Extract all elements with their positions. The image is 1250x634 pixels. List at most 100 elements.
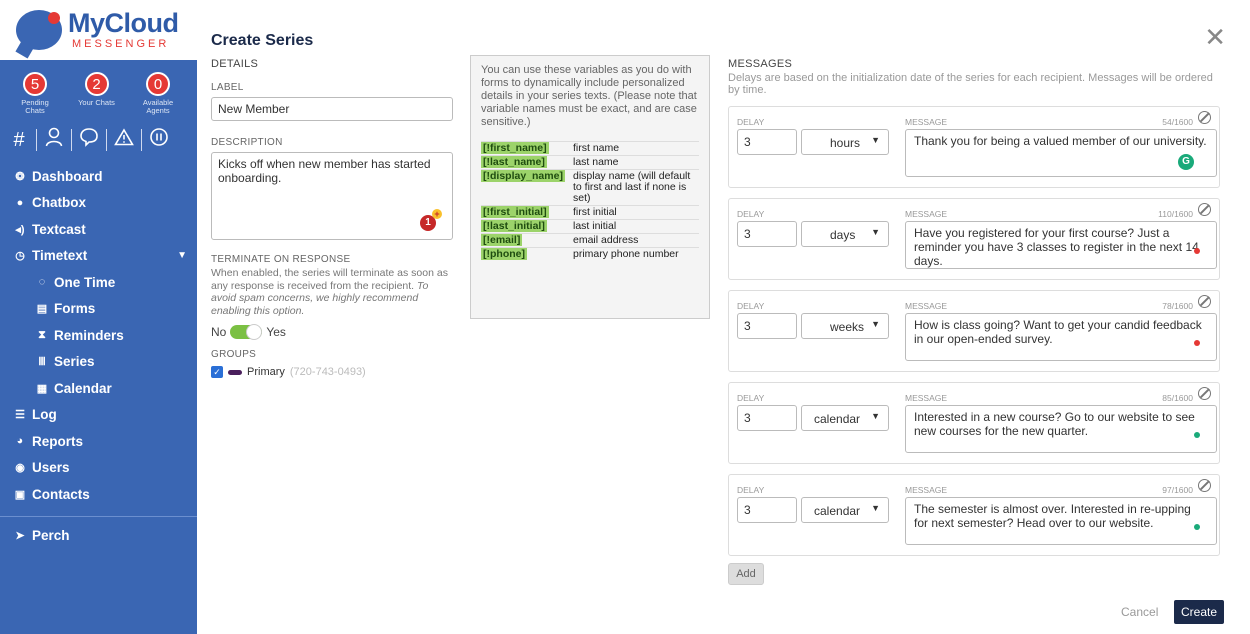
chat-stats: 5 Pending Chats 2 Your Chats 0 Available… bbox=[0, 60, 197, 119]
cancel-button[interactable]: Cancel bbox=[1113, 600, 1166, 624]
variable-row: [!phone] primary phone number bbox=[481, 247, 699, 261]
sidebar-item-calendar[interactable]: ▦ Calendar bbox=[0, 375, 197, 402]
hashtag-icon[interactable]: # bbox=[8, 129, 30, 152]
variable-row: [!first_name] first name bbox=[481, 141, 699, 156]
delete-icon[interactable] bbox=[1198, 387, 1211, 400]
description-text: Kicks off when new member has started on… bbox=[218, 157, 431, 185]
pause-circle-icon[interactable] bbox=[148, 127, 170, 153]
message-textarea[interactable]: How is class going? Want to get your can… bbox=[905, 313, 1217, 361]
variable-row: [!email] email address bbox=[481, 233, 699, 248]
sidebar-item-label: Contacts bbox=[32, 486, 90, 502]
logo[interactable]: MyCloud MESSENGER bbox=[0, 0, 197, 60]
char-count: 110/1600 bbox=[1158, 209, 1193, 219]
message-textarea[interactable]: Have you registered for your first cours… bbox=[905, 221, 1217, 269]
label-heading: LABEL bbox=[211, 82, 244, 93]
page-title: Create Series bbox=[211, 32, 314, 49]
delay-unit-select[interactable]: hours ▼ bbox=[801, 129, 889, 155]
sidebar-item-log[interactable]: ☰ Log bbox=[0, 402, 197, 429]
close-icon[interactable]: ✕ bbox=[1204, 24, 1226, 50]
delay-unit-value: calendar bbox=[814, 504, 861, 518]
sidebar-item-label: Reminders bbox=[54, 327, 124, 343]
variable-tag: [!display_name] bbox=[481, 170, 565, 182]
chevron-down-icon[interactable]: ▼ bbox=[177, 250, 187, 261]
suggestion-badge[interactable]: 1 + bbox=[420, 209, 442, 231]
add-message-button[interactable]: Add bbox=[728, 563, 764, 585]
delay-input[interactable]: 3 bbox=[737, 129, 797, 155]
stat-your-chats[interactable]: 2 Your Chats bbox=[72, 72, 122, 115]
app-window: MyCloud MESSENGER 5 Pending Chats 2 Your… bbox=[0, 0, 1250, 634]
sidebar-item-reminders[interactable]: ⧗ Reminders bbox=[0, 322, 197, 349]
stat-label: Your Chats bbox=[78, 98, 115, 107]
clock-icon: ◷ bbox=[15, 250, 25, 263]
toggle-yes-label: Yes bbox=[266, 325, 286, 339]
sidebar-item-chatbox[interactable]: ● Chatbox bbox=[0, 190, 197, 217]
sidebar-item-label: Users bbox=[32, 460, 70, 476]
divider bbox=[106, 129, 107, 151]
delay-input[interactable]: 3 bbox=[737, 221, 797, 247]
delay-unit-select[interactable]: weeks ▼ bbox=[801, 313, 889, 339]
sidebar-item-perch[interactable]: ➤ Perch bbox=[0, 523, 197, 550]
sidebar-item-timetext[interactable]: ◷ Timetext ▼ bbox=[0, 243, 197, 270]
stat-pending-chats[interactable]: 5 Pending Chats bbox=[10, 72, 60, 115]
sidebar-item-forms[interactable]: ▤ Forms bbox=[0, 296, 197, 323]
chat-outline-icon: ◌ bbox=[38, 276, 46, 289]
delay-input[interactable]: 3 bbox=[737, 405, 797, 431]
message-card: DELAY 3 hours ▼ MESSAGE 54/1600 Thank you… bbox=[728, 106, 1220, 188]
sidebar-item-series[interactable]: Ⅲ Series bbox=[0, 349, 197, 376]
message-card: DELAY 3 weeks ▼ MESSAGE 78/1600 How is cl… bbox=[728, 290, 1220, 372]
message-textarea[interactable]: The semester is almost over. Interested … bbox=[905, 497, 1217, 545]
delay-unit-select[interactable]: calendar ▼ bbox=[801, 497, 889, 523]
delay-unit-select[interactable]: days ▼ bbox=[801, 221, 889, 247]
dashboard-icon: ❂ bbox=[15, 170, 25, 183]
status-dot bbox=[1194, 340, 1200, 346]
message-textarea[interactable]: Thank you for being a valued member of o… bbox=[905, 129, 1217, 177]
terminate-toggle[interactable] bbox=[230, 324, 263, 340]
sidebar-item-reports[interactable]: ◕ Reports bbox=[0, 428, 197, 455]
stat-available-agents[interactable]: 0 Available Agents bbox=[133, 72, 183, 115]
user-icon[interactable] bbox=[43, 127, 65, 153]
divider bbox=[36, 129, 37, 151]
variable-tag: [!phone] bbox=[481, 248, 527, 260]
divider bbox=[71, 129, 72, 151]
delete-icon[interactable] bbox=[1198, 111, 1211, 124]
warning-icon[interactable] bbox=[113, 128, 135, 152]
message-text: Have you registered for your first cours… bbox=[914, 226, 1199, 268]
stat-value: 2 bbox=[84, 72, 109, 96]
variable-desc: email address bbox=[573, 233, 699, 248]
variable-desc: first name bbox=[573, 141, 699, 156]
group-item: ✓ Primary (720-743-0493) bbox=[211, 366, 453, 378]
delay-label: DELAY bbox=[737, 117, 765, 127]
delay-unit-value: hours bbox=[830, 136, 861, 150]
status-dot bbox=[1194, 524, 1200, 530]
grammarly-icon[interactable]: G bbox=[1178, 154, 1194, 170]
group-checkbox[interactable]: ✓ bbox=[211, 366, 223, 378]
delete-icon[interactable] bbox=[1198, 295, 1211, 308]
delay-unit-select[interactable]: calendar ▼ bbox=[801, 405, 889, 431]
delay-input[interactable]: 3 bbox=[737, 313, 797, 339]
messages-heading: MESSAGES bbox=[728, 58, 793, 70]
delete-icon[interactable] bbox=[1198, 203, 1211, 216]
description-textarea[interactable]: Kicks off when new member has started on… bbox=[211, 152, 453, 240]
sidebar-item-textcast[interactable]: ◂) Textcast bbox=[0, 216, 197, 243]
terminate-description: When enabled, the series will terminate … bbox=[211, 267, 453, 317]
delay-label: DELAY bbox=[737, 485, 765, 495]
message-textarea[interactable]: Interested in a new course? Go to our we… bbox=[905, 405, 1217, 453]
contact-card-icon: ▣ bbox=[14, 488, 26, 501]
sidebar-item-dashboard[interactable]: ❂ Dashboard bbox=[0, 163, 197, 190]
sidebar-item-users[interactable]: ◉ Users bbox=[0, 455, 197, 482]
delete-icon[interactable] bbox=[1198, 479, 1211, 492]
sidebar-item-one-time[interactable]: ◌ One Time bbox=[0, 269, 197, 296]
sidebar-item-contacts[interactable]: ▣ Contacts bbox=[0, 481, 197, 508]
create-button[interactable]: Create bbox=[1174, 600, 1224, 624]
message-text: How is class going? Want to get your can… bbox=[914, 318, 1202, 346]
sidebar-item-label: Dashboard bbox=[32, 168, 103, 184]
delay-input[interactable]: 3 bbox=[737, 497, 797, 523]
message-label: MESSAGE bbox=[905, 117, 948, 127]
delay-label: DELAY bbox=[737, 393, 765, 403]
messages-section: MESSAGES Delays are based on the initial… bbox=[728, 58, 1220, 556]
message-card: DELAY 3 calendar ▼ MESSAGE 85/1600 Intere… bbox=[728, 382, 1220, 464]
delay-label: DELAY bbox=[737, 209, 765, 219]
label-input[interactable]: New Member bbox=[211, 97, 453, 121]
chat-bubble-icon[interactable] bbox=[78, 127, 100, 153]
terminate-heading: TERMINATE ON RESPONSE bbox=[211, 254, 351, 265]
